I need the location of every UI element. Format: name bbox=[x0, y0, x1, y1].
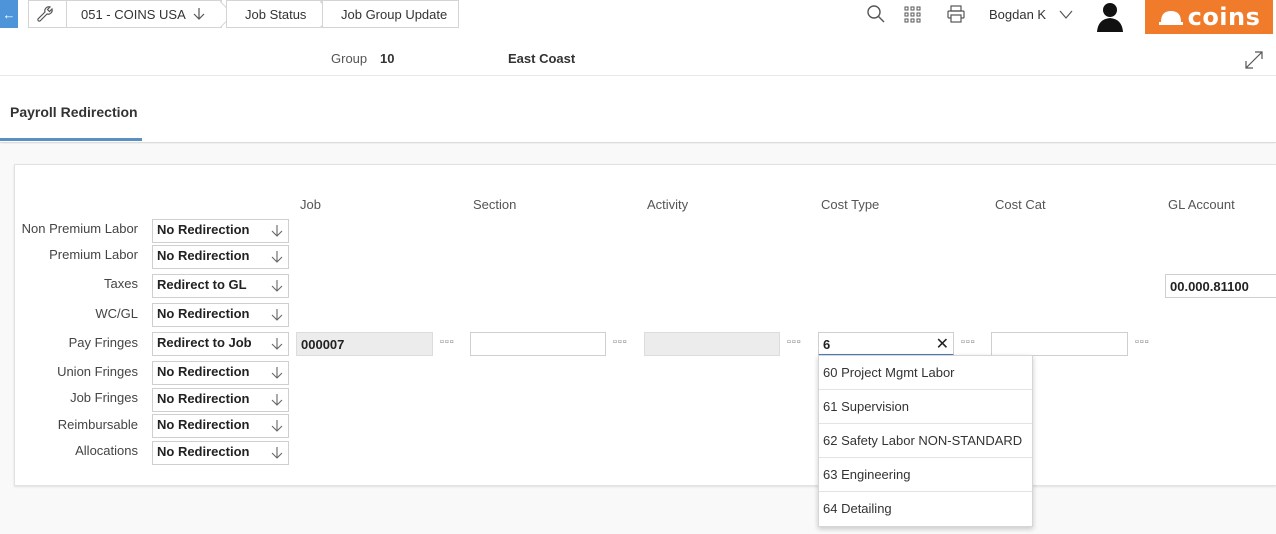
avatar-icon[interactable] bbox=[1094, 0, 1126, 32]
redirection-select-allocations[interactable]: No Redirection bbox=[152, 441, 289, 465]
dropdown-option-label: 61 Supervision bbox=[823, 399, 909, 414]
section-lookup-button[interactable]: ▫▫▫ bbox=[613, 336, 628, 348]
expand-icon[interactable] bbox=[1243, 49, 1265, 71]
select-value: No Redirection bbox=[157, 248, 250, 263]
breadcrumb-job-group-update-label: Job Group Update bbox=[341, 6, 448, 22]
arrow-down-icon bbox=[271, 367, 283, 379]
row-label-premium-labor: Premium Labor bbox=[49, 247, 138, 262]
tab-bar: Payroll Redirection bbox=[0, 77, 1276, 143]
row-label-reimbursable: Reimbursable bbox=[57, 417, 138, 432]
tools-menu-button[interactable] bbox=[28, 0, 80, 28]
job-field-pay-fringes: 000007 bbox=[296, 332, 433, 356]
column-header-section: Section bbox=[473, 197, 517, 212]
row-label-pay-fringes: Pay Fringes bbox=[68, 335, 138, 350]
dropdown-option[interactable]: 63 Engineering bbox=[819, 458, 1032, 492]
dropdown-option[interactable]: 64 Detailing bbox=[819, 492, 1032, 526]
logo-text: coins bbox=[1187, 3, 1261, 31]
dropdown-option-label: 64 Detailing bbox=[823, 501, 892, 516]
column-header-job: Job bbox=[300, 197, 321, 212]
row-label-taxes: Taxes bbox=[104, 276, 138, 291]
redirection-select-wc-gl[interactable]: No Redirection bbox=[152, 303, 289, 327]
row-label-allocations: Allocations bbox=[75, 443, 138, 458]
activity-field-pay-fringes bbox=[644, 332, 780, 356]
select-value: No Redirection bbox=[157, 444, 250, 459]
redirection-select-pay-fringes[interactable]: Redirect to Job bbox=[152, 332, 289, 356]
top-bar: ← 051 - COINS USA Job Status Job Group U… bbox=[0, 0, 1276, 34]
group-value: 10 bbox=[380, 51, 395, 66]
redirection-select-reimbursable[interactable]: No Redirection bbox=[152, 414, 289, 438]
group-description: East Coast bbox=[508, 51, 576, 66]
breadcrumb-company-label: 051 - COINS USA bbox=[81, 6, 186, 22]
grid-icon bbox=[904, 6, 921, 23]
select-value: Redirect to GL bbox=[157, 277, 247, 292]
hardhat-icon bbox=[1158, 11, 1183, 25]
select-value: No Redirection bbox=[157, 222, 250, 237]
arrow-down-icon bbox=[193, 8, 205, 20]
arrow-down-icon bbox=[271, 420, 283, 432]
tab-payroll-redirection-label: Payroll Redirection bbox=[10, 104, 138, 120]
redirection-select-premium-labor[interactable]: No Redirection bbox=[152, 245, 289, 269]
row-label-wc-gl: WC/GL bbox=[95, 306, 138, 321]
print-button[interactable] bbox=[946, 4, 966, 24]
arrow-down-icon bbox=[271, 338, 283, 350]
cost-type-value: 6 bbox=[823, 337, 831, 352]
breadcrumb-job-status[interactable]: Job Status bbox=[226, 0, 334, 28]
job-lookup-button[interactable]: ▫▫▫ bbox=[440, 336, 455, 348]
arrow-down-icon bbox=[271, 447, 283, 459]
cost-type-field-pay-fringes[interactable]: 6 ✕ bbox=[818, 332, 954, 356]
arrow-left-icon: ← bbox=[2, 6, 16, 22]
redirection-select-job-fringes[interactable]: No Redirection bbox=[152, 388, 289, 412]
clear-icon[interactable]: ✕ bbox=[936, 334, 949, 354]
dropdown-option[interactable]: 60 Project Mgmt Labor bbox=[819, 356, 1032, 390]
user-name[interactable]: Bogdan K bbox=[989, 7, 1046, 22]
breadcrumb-job-status-label: Job Status bbox=[245, 6, 307, 22]
row-label-job-fringes: Job Fringes bbox=[70, 390, 138, 405]
apps-button[interactable] bbox=[904, 4, 922, 24]
select-value: No Redirection bbox=[157, 364, 250, 379]
redirection-select-taxes[interactable]: Redirect to GL bbox=[152, 274, 289, 298]
redirection-select-non-premium-labor[interactable]: No Redirection bbox=[152, 219, 289, 243]
cost-cat-lookup-button[interactable]: ▫▫▫ bbox=[1135, 336, 1150, 348]
cost-type-lookup-button[interactable]: ▫▫▫ bbox=[961, 336, 976, 348]
dropdown-option[interactable]: 62 Safety Labor NON-STANDARD bbox=[819, 424, 1032, 458]
arrow-down-icon bbox=[271, 309, 283, 321]
section-field-pay-fringes[interactable] bbox=[470, 332, 606, 356]
dropdown-option-label: 63 Engineering bbox=[823, 467, 911, 482]
dropdown-option[interactable]: 61 Supervision bbox=[819, 390, 1032, 424]
chevron-down-icon[interactable] bbox=[1058, 6, 1074, 22]
activity-lookup-button[interactable]: ▫▫▫ bbox=[787, 336, 802, 348]
gl-account-value: 00.000.81100 bbox=[1170, 279, 1249, 294]
group-info-row: Group 10 East Coast bbox=[0, 44, 1276, 76]
select-value: No Redirection bbox=[157, 391, 250, 406]
dropdown-option-label: 62 Safety Labor NON-STANDARD bbox=[823, 433, 1023, 448]
arrow-down-icon bbox=[271, 394, 283, 406]
column-header-cost-type: Cost Type bbox=[821, 197, 880, 212]
arrow-down-icon bbox=[271, 225, 283, 237]
gl-account-field-taxes[interactable]: 00.000.81100 bbox=[1165, 274, 1276, 298]
row-label-union-fringes: Union Fringes bbox=[57, 364, 138, 379]
cost-cat-field-pay-fringes[interactable] bbox=[991, 332, 1128, 356]
arrow-down-icon bbox=[271, 251, 283, 263]
search-icon bbox=[867, 5, 885, 23]
select-value: No Redirection bbox=[157, 306, 250, 321]
column-header-gl-account: GL Account bbox=[1168, 197, 1235, 212]
dropdown-option-label: 60 Project Mgmt Labor bbox=[823, 365, 955, 380]
tab-payroll-redirection[interactable]: Payroll Redirection bbox=[0, 77, 142, 141]
breadcrumb-company[interactable]: 051 - COINS USA bbox=[66, 0, 234, 28]
job-value: 000007 bbox=[301, 337, 345, 352]
select-value: No Redirection bbox=[157, 417, 250, 432]
coins-logo[interactable]: coins bbox=[1145, 0, 1273, 34]
column-header-activity: Activity bbox=[647, 197, 689, 212]
printer-icon bbox=[947, 5, 965, 23]
column-header-cost-cat: Cost Cat bbox=[995, 197, 1046, 212]
cost-type-dropdown: 60 Project Mgmt Labor 61 Supervision 62 … bbox=[818, 355, 1033, 527]
back-button[interactable]: ← bbox=[0, 0, 18, 28]
select-value: Redirect to Job bbox=[157, 335, 252, 350]
breadcrumb-job-group-update[interactable]: Job Group Update bbox=[322, 0, 459, 28]
group-label: Group bbox=[331, 51, 368, 66]
row-label-non-premium-labor: Non Premium Labor bbox=[21, 221, 138, 236]
redirection-select-union-fringes[interactable]: No Redirection bbox=[152, 361, 289, 385]
search-button[interactable] bbox=[866, 4, 886, 24]
arrow-down-icon bbox=[271, 280, 283, 292]
